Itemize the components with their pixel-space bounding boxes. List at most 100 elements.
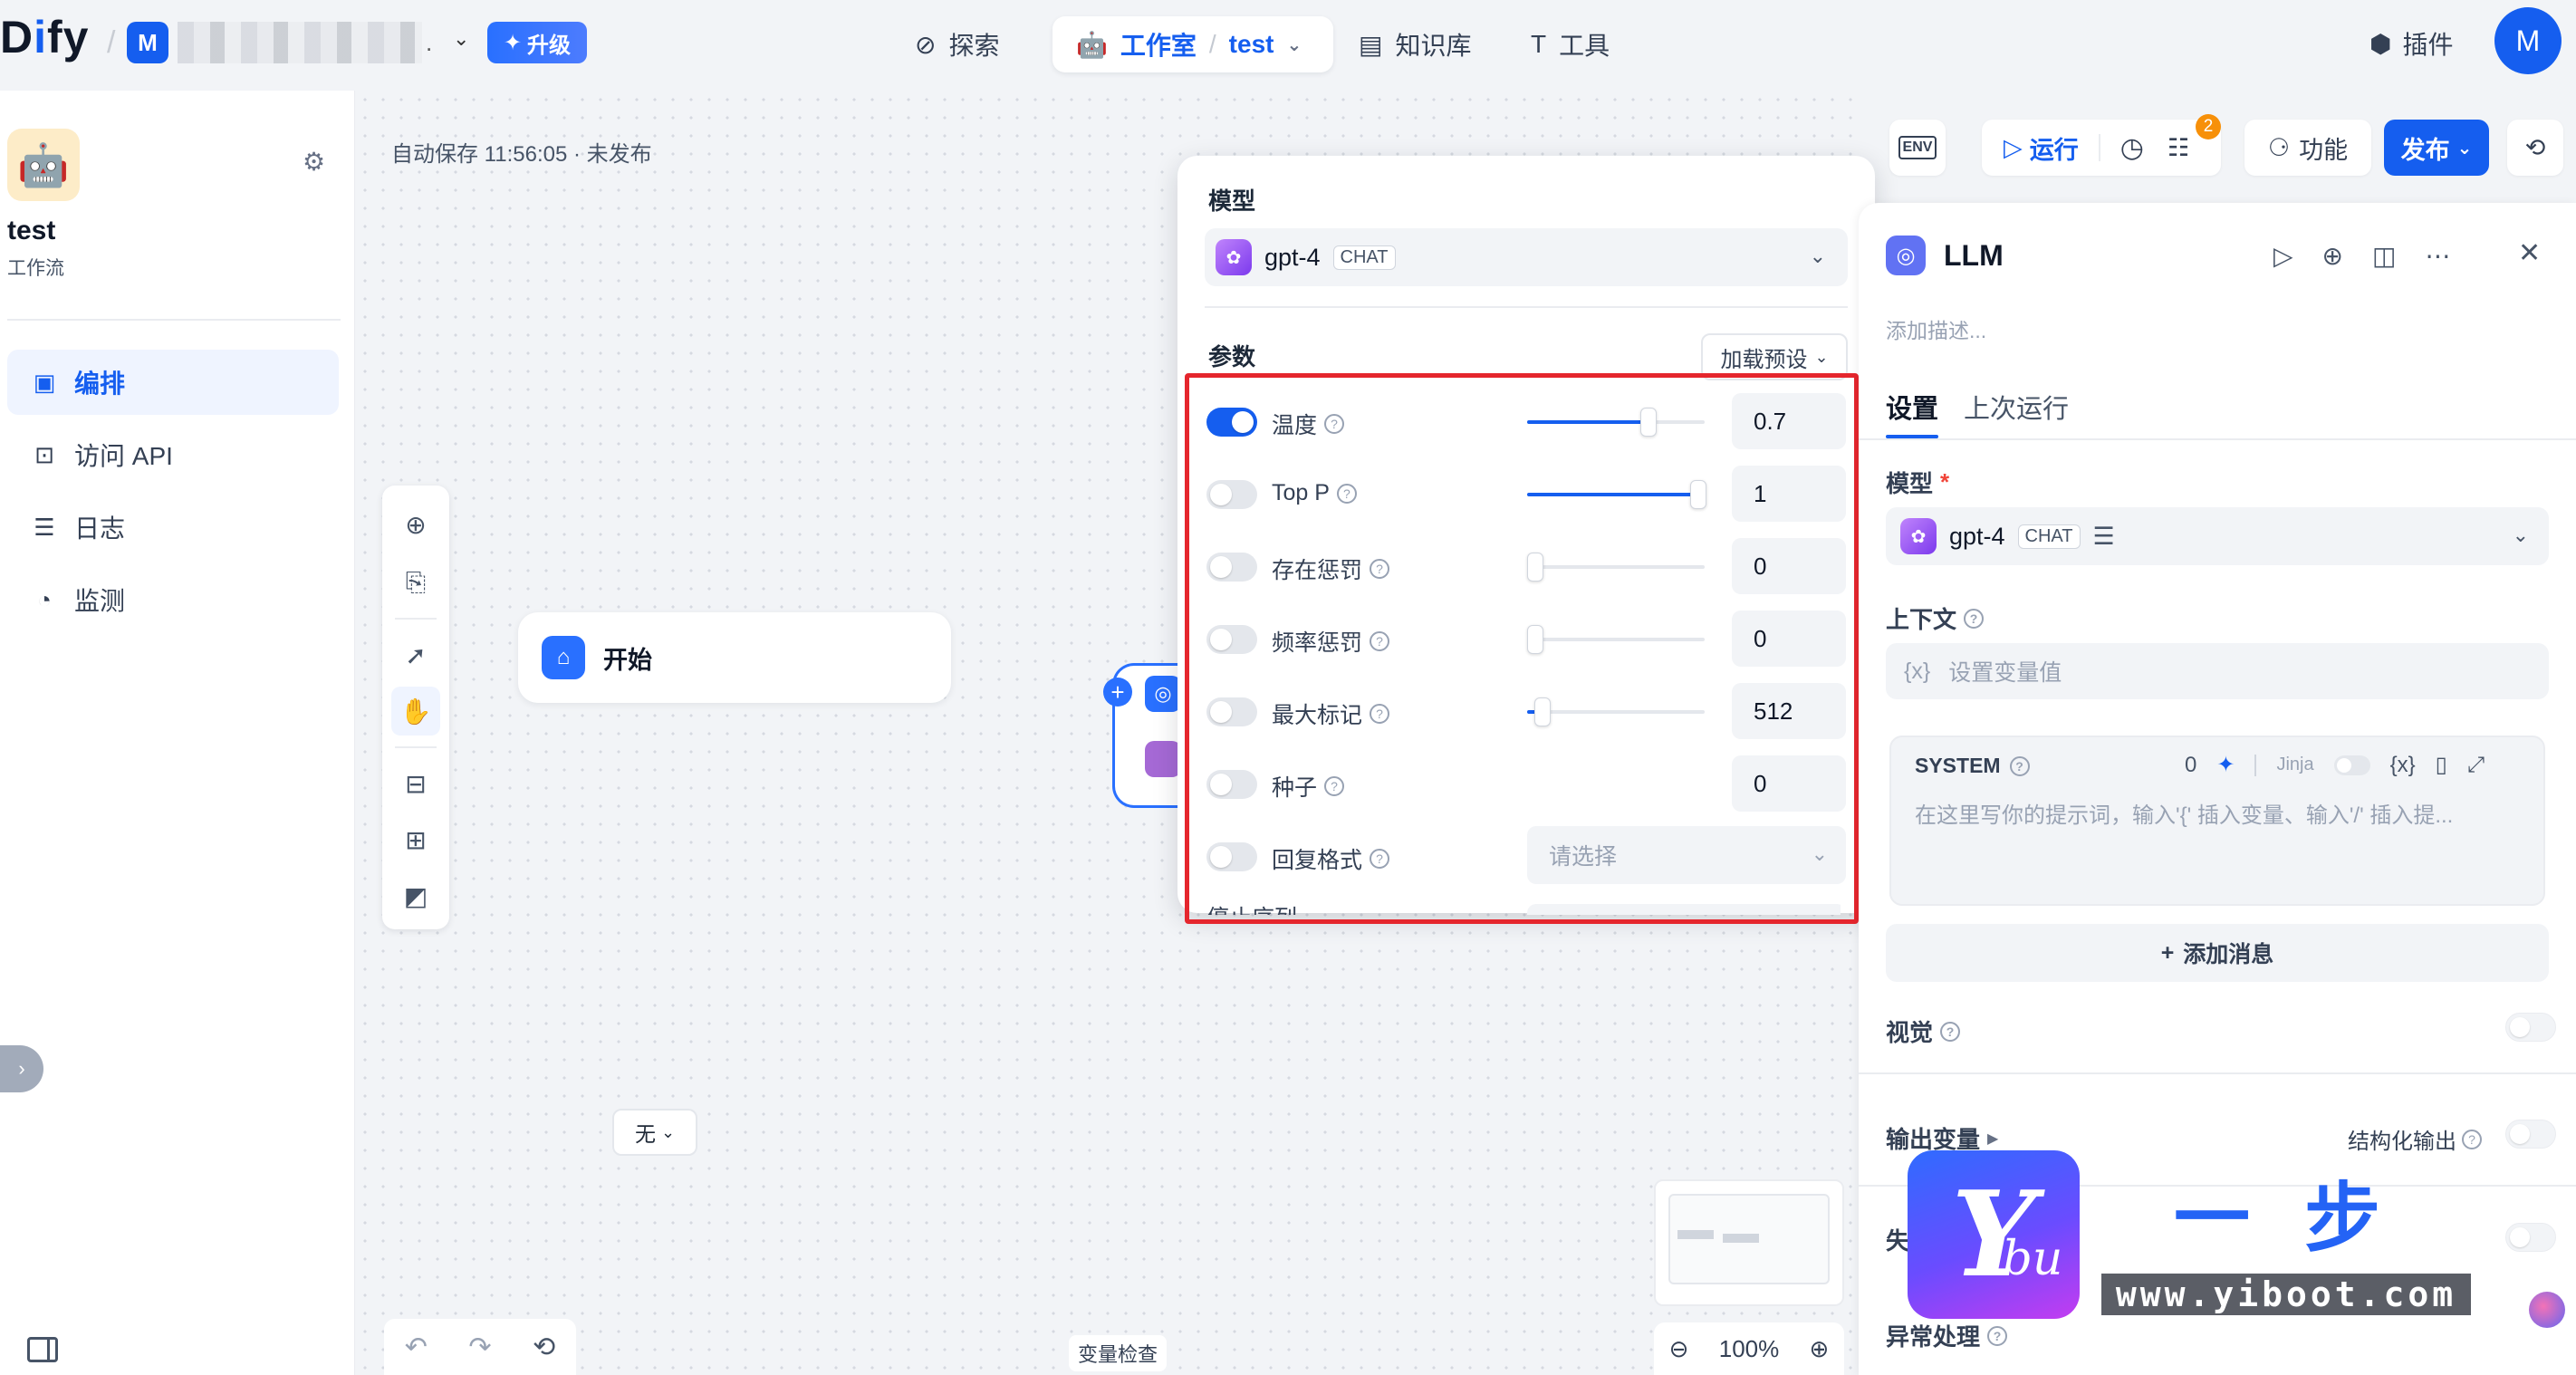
divider [2098, 134, 2100, 161]
app-settings-icon[interactable]: ⚙ [303, 147, 325, 177]
watermark-brand-text: 一步 [2174, 1173, 2436, 1263]
workspace-chevron-down-icon[interactable]: ⌄ [453, 27, 469, 51]
checklist-count-badge: 2 [2196, 114, 2221, 139]
sidebar-item-api[interactable]: ⊡ 访问 API [7, 422, 339, 487]
history-icon[interactable]: ⟲ [2507, 120, 2563, 176]
env-button[interactable]: ENV [1889, 120, 1946, 176]
run-history-icon[interactable]: ◷ [2120, 132, 2144, 164]
help-icon[interactable]: ? [2462, 1129, 2482, 1149]
help-icon[interactable]: ? [2009, 755, 2030, 776]
sidebar-collapse-icon[interactable] [27, 1337, 58, 1362]
home-icon: ⌂ [542, 636, 585, 679]
system-prompt-editor[interactable]: SYSTEM? 0 ✦ Jinja {x} ▯ ⤢ 在这里写你的提示词，输入'{… [1889, 736, 2545, 906]
publish-button[interactable]: 发布 ⌄ [2384, 120, 2489, 176]
highlight-frame [1185, 373, 1859, 924]
zoom-in-icon[interactable]: ⊕ [1810, 1335, 1830, 1363]
undo-icon[interactable]: ↶ [405, 1332, 428, 1363]
tab-settings[interactable]: 设置 [1886, 388, 1938, 426]
minimap-toggle-icon[interactable]: ◩ [391, 871, 440, 920]
env-icon: ENV [1898, 136, 1937, 159]
divider [2254, 754, 2257, 776]
hand-icon[interactable]: ✋ [391, 687, 440, 736]
chevron-down-icon[interactable]: ⌄ [1286, 34, 1302, 56]
zoom-level[interactable]: 100% [1719, 1335, 1780, 1363]
prompt-placeholder: 在这里写你的提示词，输入'{' 插入变量、输入'/' 插入提... [1915, 803, 2454, 828]
popover-model-select[interactable]: ✿ gpt-4 CHAT ⌄ [1205, 228, 1848, 286]
tab-last-run[interactable]: 上次运行 [1964, 388, 2069, 426]
context-variable-input[interactable]: {x} 设置变量值 [1886, 643, 2549, 699]
book-icon: ▤ [1359, 30, 1383, 59]
features-button[interactable]: ⚆ 功能 [2244, 120, 2371, 176]
vision-toggle[interactable] [2505, 1013, 2556, 1042]
jinja-toggle[interactable] [2333, 755, 2370, 775]
prompt-tools: 0 ✦ Jinja {x} ▯ ⤢ [2185, 752, 2485, 778]
expand-icon[interactable]: ⤢ [2467, 753, 2485, 778]
start-node[interactable]: ⌂ 开始 [518, 612, 951, 703]
sidebar-item-logs[interactable]: ☰ 日志 [7, 495, 339, 560]
retry-toggle[interactable] [2505, 1223, 2556, 1252]
zoom-out-icon[interactable]: ⊖ [1669, 1335, 1689, 1363]
sidebar-item-orchestrate[interactable]: ▣ 编排 [7, 350, 339, 415]
error-handling-select[interactable]: 无 ⌄ [612, 1109, 697, 1156]
organize-blocks-icon[interactable]: ⊞ [391, 815, 440, 864]
app-type: 工作流 [7, 258, 64, 279]
book-open-icon[interactable]: ◫ [2372, 241, 2396, 271]
variable-inspect-button[interactable]: 变量检查 [1069, 1335, 1168, 1371]
structured-output-toggle[interactable] [2505, 1120, 2556, 1149]
version-history-icon[interactable]: ⟲ [533, 1332, 555, 1363]
nav-knowledge[interactable]: ▤ 知识库 [1359, 22, 1471, 67]
minimap[interactable] [1654, 1179, 1844, 1306]
help-icon[interactable]: ? [1987, 1325, 2008, 1346]
chevron-down-icon: ⌄ [2512, 524, 2529, 546]
nav-tools[interactable]: T 工具 [1531, 22, 1610, 67]
add-node-icon[interactable]: ⊕ [391, 500, 440, 549]
more-icon[interactable]: ⋯ [2425, 241, 2450, 271]
plugins-button[interactable]: ⬢ 插件 [2369, 25, 2453, 62]
description-input[interactable]: 添加描述... [1886, 313, 1986, 344]
run-button[interactable]: 运行 [2030, 130, 2079, 166]
context-field-label: 上下文? [1886, 601, 1985, 635]
history-controls: ↶ ↷ ⟲ [384, 1319, 576, 1375]
variable-icon: {x} [1904, 658, 1931, 684]
upgrade-button[interactable]: ✦ 升级 [487, 22, 587, 63]
chevron-down-icon: ⌄ [660, 1122, 676, 1141]
dify-logo[interactable]: Dify [0, 11, 89, 63]
caret-right-icon: ▶ [1987, 1130, 1999, 1147]
nav-studio[interactable]: 🤖 工作室 / test ⌄ [1053, 16, 1333, 72]
clipboard-icon[interactable]: ▯ [2436, 752, 2447, 778]
openai-icon: ✿ [1900, 518, 1937, 554]
user-avatar[interactable]: M [2494, 7, 2562, 74]
llm-node-icon: ◎ [1145, 676, 1181, 712]
add-note-icon[interactable]: ⎘ [391, 558, 440, 607]
compass-icon: ⊘ [915, 30, 937, 59]
add-message-button[interactable]: + 添加消息 [1886, 924, 2549, 982]
workspace-name-redacted[interactable] [178, 22, 422, 63]
workspace-avatar[interactable]: M [127, 22, 168, 63]
app-sidebar: 🤖 test 工作流 ⚙ ▣ 编排 ⊡ 访问 API ☰ 日志 ◔ 监测 [0, 91, 355, 1375]
sliders-icon[interactable]: ☰ [2093, 523, 2115, 551]
minimap-node [1677, 1230, 1714, 1239]
current-app-name[interactable]: test [1229, 30, 1274, 59]
model-select[interactable]: ✿ gpt-4 CHAT ☰ ⌄ [1886, 507, 2549, 565]
sparkle-icon: ✦ [503, 30, 523, 55]
chat-badge: CHAT [2017, 524, 2081, 549]
add-connection-plus-icon[interactable]: + [1103, 678, 1132, 707]
ai-generate-icon[interactable]: ✦ [2216, 752, 2235, 778]
checklist-icon[interactable]: ☷ [2167, 134, 2189, 162]
tool-divider [395, 618, 437, 620]
close-icon[interactable]: ✕ [2518, 237, 2541, 269]
help-icon[interactable]: ? [1940, 1021, 1961, 1042]
tab-divider [1859, 438, 2576, 440]
top-bar: Dify / M . ⌄ ✦ 升级 ⊘ 探索 🤖 工作室 / test ⌄ ▤ 知识库 T 工具… [0, 0, 2576, 91]
export-image-icon[interactable]: ⊟ [391, 759, 440, 808]
nav-explore[interactable]: ⊘ 探索 [915, 22, 999, 67]
variable-icon[interactable]: {x} [2390, 753, 2416, 778]
system-role-label: SYSTEM? [1915, 754, 2030, 778]
pointer-icon[interactable]: ➚ [391, 630, 440, 679]
help-icon[interactable]: ? [1964, 608, 1985, 629]
chat-badge: CHAT [1332, 245, 1396, 270]
run-step-icon[interactable]: ▷ [2273, 241, 2293, 271]
locate-icon[interactable]: ⊕ [2322, 241, 2343, 271]
redo-icon[interactable]: ↷ [468, 1332, 491, 1363]
sidebar-item-monitor[interactable]: ◔ 监测 [7, 567, 339, 632]
